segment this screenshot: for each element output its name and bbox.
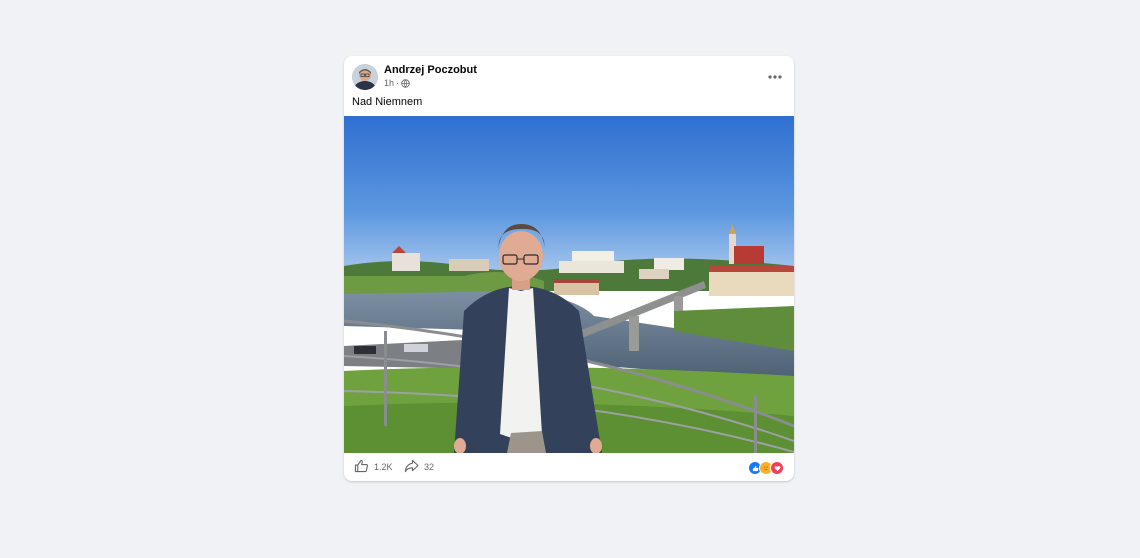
share-count: 32 [424, 462, 435, 472]
more-options-icon [768, 66, 782, 84]
globe-icon [401, 78, 410, 88]
author-avatar[interactable] [352, 64, 378, 90]
love-reaction-icon [770, 461, 784, 475]
post-caption: Nad Niemnem [352, 96, 423, 108]
like-button[interactable]: 1.2K [354, 459, 393, 475]
post-footer: 1.2K 32 [344, 453, 794, 481]
like-count: 1.2K [374, 462, 393, 472]
post-header: Andrzej Poczobut 1h · [344, 56, 794, 96]
meta-separator: · [396, 78, 400, 88]
post-photo[interactable] [344, 116, 794, 454]
author-name[interactable]: Andrzej Poczobut [384, 64, 477, 76]
post-meta: 1h · [384, 78, 410, 88]
post-card: Andrzej Poczobut 1h · Nad Niemnem 1.2K 3… [344, 56, 794, 481]
thumbs-up-icon [354, 459, 369, 475]
reaction-icons[interactable] [748, 461, 784, 475]
more-options-button[interactable] [766, 66, 784, 84]
share-arrow-icon [404, 459, 419, 475]
share-button[interactable]: 32 [404, 459, 434, 475]
post-time[interactable]: 1h [384, 78, 394, 88]
